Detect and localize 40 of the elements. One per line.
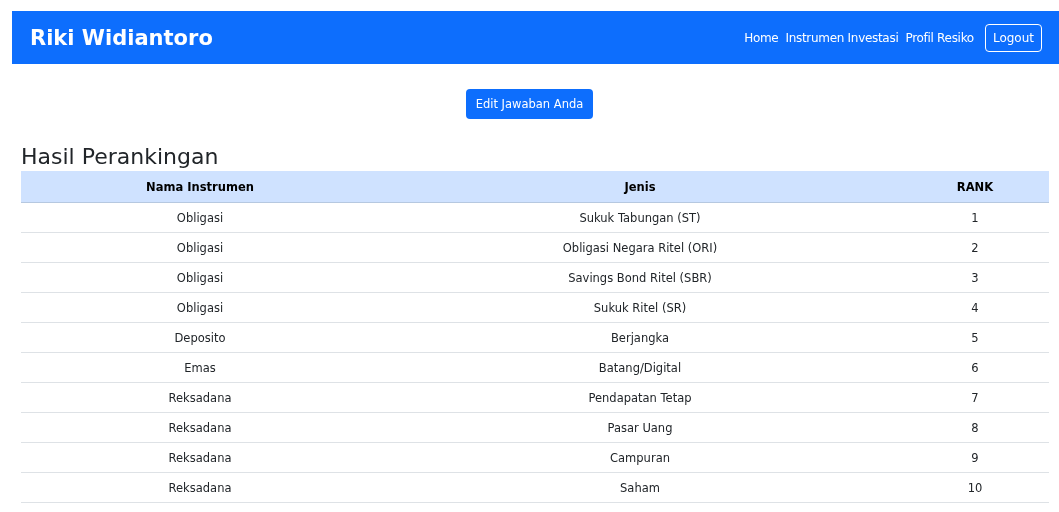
table-cell: 2: [901, 232, 1049, 263]
table-cell: Obligasi: [21, 292, 379, 323]
table-cell: Reksadana: [21, 382, 379, 413]
table-cell: 10: [901, 472, 1049, 503]
brand-title[interactable]: Riki Widiantoro: [30, 25, 213, 50]
table-cell: 9: [901, 442, 1049, 473]
table-cell: 4: [901, 292, 1049, 323]
table-cell: Obligasi: [21, 202, 379, 233]
table-cell: 1: [901, 202, 1049, 233]
table-cell: Batang/Digital: [379, 352, 901, 383]
table-cell: 3: [901, 262, 1049, 293]
table-cell: 8: [901, 412, 1049, 443]
logout-button[interactable]: Logout: [984, 23, 1042, 52]
table-cell: Obligasi Negara Ritel (ORI): [379, 232, 901, 263]
table-cell: Saham: [379, 472, 901, 503]
edit-answers-button[interactable]: Edit Jawaban Anda: [465, 89, 594, 119]
nav-link[interactable]: Instrumen Investasi: [785, 30, 899, 45]
table-cell: Obligasi: [21, 232, 379, 263]
table-cell: Reksadana: [21, 412, 379, 443]
table-cell: Pendapatan Tetap: [379, 382, 901, 413]
table-cell: Berjangka: [379, 322, 901, 353]
section-heading: Hasil Perankingan: [21, 143, 220, 171]
table-cell: Reksadana: [21, 472, 379, 503]
table-cell: Savings Bond Ritel (SBR): [379, 262, 901, 293]
table-cell: Sukuk Ritel (SR): [379, 292, 901, 323]
nav-link[interactable]: Profil Resiko: [905, 30, 974, 45]
table-cell: 6: [901, 352, 1049, 383]
table-cell: Pasar Uang: [379, 412, 901, 443]
table-cell: Obligasi: [21, 262, 379, 293]
table-cell: Reksadana: [21, 442, 379, 473]
table-cell: Sukuk Tabungan (ST): [379, 202, 901, 233]
column-header: Nama Instrumen: [21, 171, 379, 203]
table-cell: 7: [901, 382, 1049, 413]
table-cell: Campuran: [379, 442, 901, 473]
table-cell: Deposito: [21, 322, 379, 353]
column-header: RANK: [901, 171, 1049, 203]
table-cell: 5: [901, 322, 1049, 353]
table-cell: Emas: [21, 352, 379, 383]
column-header: Jenis: [379, 171, 901, 203]
nav-link[interactable]: Home: [744, 30, 779, 45]
